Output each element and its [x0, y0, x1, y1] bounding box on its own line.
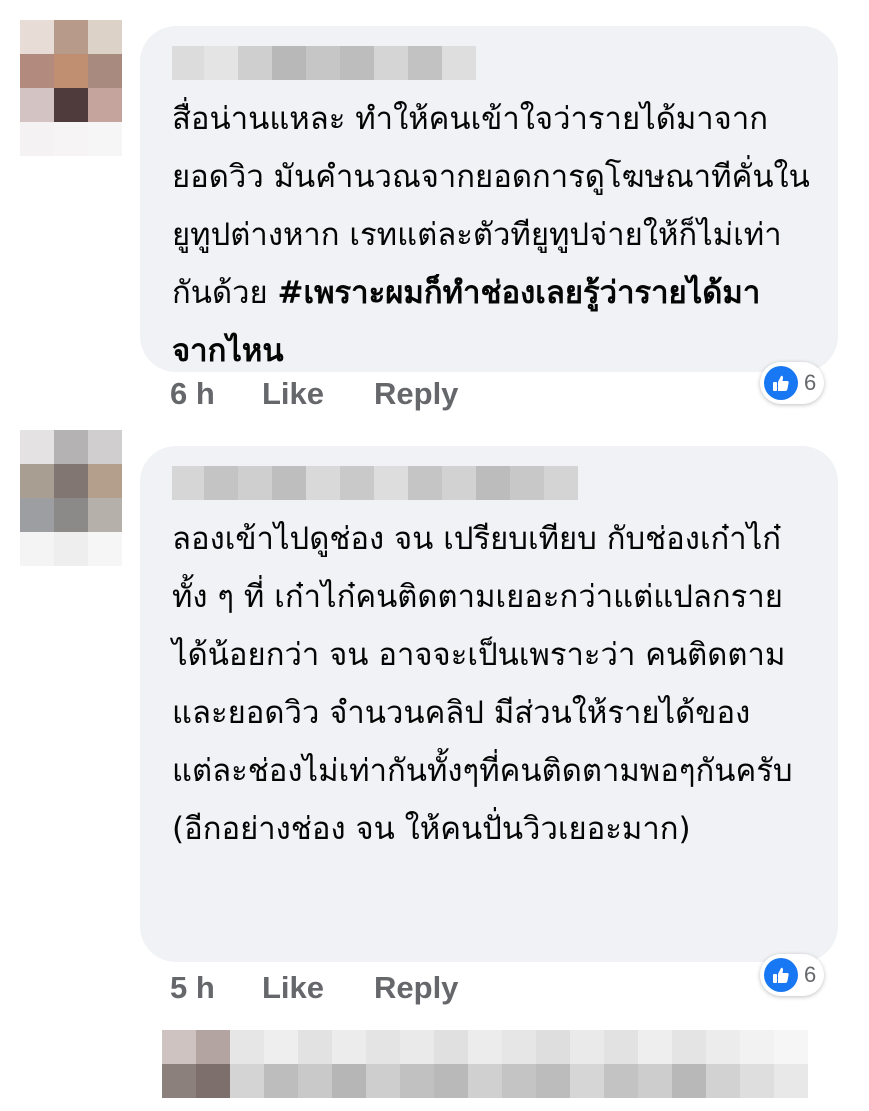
reaction-badge[interactable]: 6: [760, 954, 825, 996]
thumbs-up-icon: [764, 366, 798, 400]
author-name-blurred[interactable]: [172, 466, 810, 500]
like-button[interactable]: Like: [262, 376, 374, 412]
comment-bubble: สื่อน่านแหละ ทำให้คนเข้าใจว่ารายได้มาจาก…: [140, 26, 838, 372]
avatar[interactable]: [20, 20, 122, 156]
reaction-count: 6: [804, 370, 817, 395]
reaction-badge[interactable]: 6: [760, 362, 825, 404]
like-button[interactable]: Like: [262, 970, 374, 1006]
comment-timestamp[interactable]: 5 h: [170, 970, 262, 1006]
reply-button[interactable]: Reply: [374, 970, 458, 1006]
comment-timestamp[interactable]: 6 h: [170, 376, 262, 412]
comment-actions: 6 h Like Reply: [170, 376, 458, 412]
reaction-count: 6: [804, 962, 817, 987]
comment-actions: 5 h Like Reply: [170, 970, 458, 1006]
thumbs-up-icon: [764, 958, 798, 992]
reply-button[interactable]: Reply: [374, 376, 458, 412]
author-name-blurred[interactable]: [172, 46, 810, 80]
next-comment-blurred: [162, 1030, 808, 1111]
comment-text: ลองเข้าไปดูช่อง จน เปรียบเทียบ กับช่องเก…: [172, 521, 793, 847]
comment-bubble: ลองเข้าไปดูช่อง จน เปรียบเทียบ กับช่องเก…: [140, 446, 838, 962]
comment-text: สื่อน่านแหละ ทำให้คนเข้าใจว่ารายได้มาจาก…: [172, 90, 810, 380]
avatar[interactable]: [20, 430, 122, 566]
